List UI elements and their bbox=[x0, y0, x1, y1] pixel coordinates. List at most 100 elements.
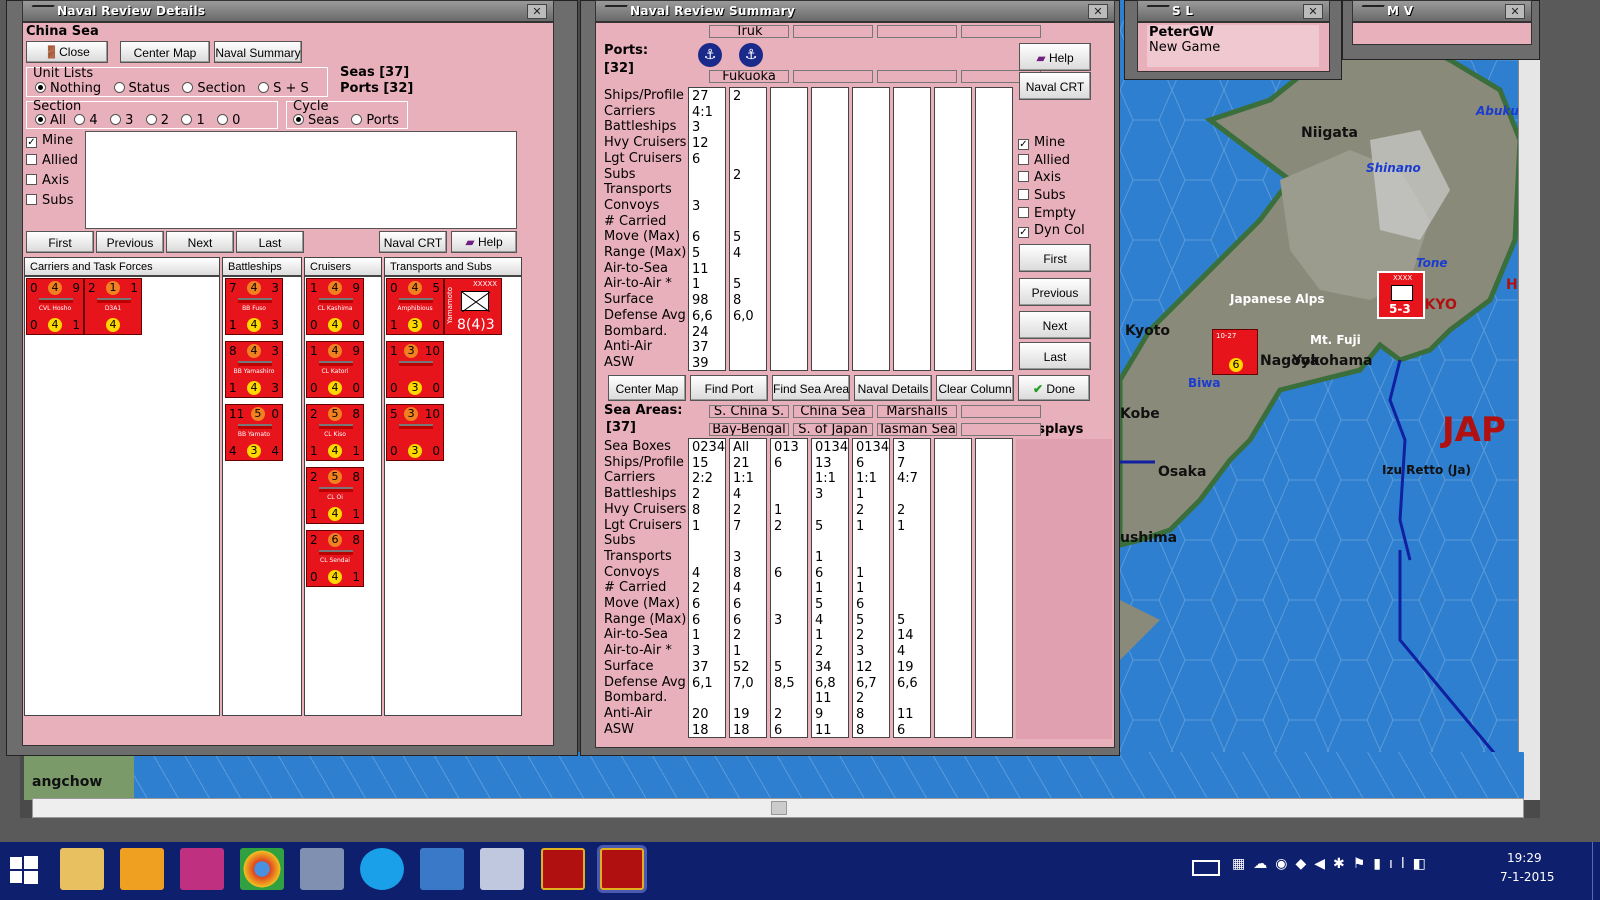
chrome-icon[interactable] bbox=[240, 848, 284, 890]
data-column[interactable]: 3 7 4:7 2 1 5 14 4 19 6,6 11 6 bbox=[893, 438, 931, 738]
section-0-radio[interactable]: 0 bbox=[217, 113, 240, 128]
battleship-counter[interactable]: 7 4 3 BB Fuso 1 4 3 bbox=[225, 278, 283, 335]
data-column[interactable] bbox=[811, 87, 849, 371]
details-titlebar[interactable]: Naval Review Details ✕ bbox=[23, 1, 553, 23]
done-button[interactable]: ✔ Done bbox=[1018, 375, 1090, 401]
data-column[interactable] bbox=[975, 438, 1013, 738]
clock-date[interactable]: 7-1-2015 bbox=[1500, 870, 1554, 884]
data-column[interactable]: 0234 15 2:2 2 8 1 4 2 6 6 1 3 37 6,1 20 18 bbox=[688, 438, 726, 738]
center-map-button[interactable]: Center Map bbox=[120, 41, 210, 63]
find-sea-area-button[interactable]: Find Sea Area bbox=[772, 375, 850, 401]
summary-filter-allied[interactable]: Allied bbox=[1018, 153, 1108, 171]
summary-filter-axis[interactable]: Axis bbox=[1018, 170, 1108, 188]
data-column[interactable] bbox=[770, 87, 808, 371]
data-column[interactable]: 013 6 1 2 6 3 5 8,5 2 6 bbox=[770, 438, 808, 738]
puzzle-app-icon[interactable] bbox=[180, 848, 224, 890]
side-first-button[interactable]: First bbox=[1019, 244, 1091, 272]
media-player-icon[interactable] bbox=[120, 848, 164, 890]
tray-icons[interactable]: ▦☁◉◆◀✱⚑▮ıl◧ bbox=[1232, 856, 1492, 878]
cruiser-counter[interactable]: 1 4 9 CL Katori 0 4 0 bbox=[306, 341, 364, 398]
naval-details-button[interactable]: Naval Details bbox=[854, 375, 932, 401]
port-name-cell[interactable] bbox=[877, 70, 957, 83]
close-button[interactable]: 🚪Close bbox=[26, 41, 108, 63]
transport-counter[interactable]: 0 4 5 Amphibious 1 3 0 bbox=[386, 278, 444, 335]
port-top-cell[interactable] bbox=[961, 25, 1041, 38]
battleship-counter[interactable]: 11 5 0 BB Yamato 4 3 4 bbox=[225, 404, 283, 461]
port-top-cell[interactable] bbox=[793, 25, 873, 38]
hq-counter-yamamoto[interactable]: XXXXX Yamamoto 8(4)3 bbox=[444, 278, 502, 335]
sea-top-cell[interactable]: China Sea bbox=[793, 405, 873, 418]
map-counter-air[interactable]: 10-27 6 bbox=[1212, 329, 1258, 375]
radio-s-plus-s[interactable]: S + S bbox=[258, 81, 309, 96]
thunderbird-icon[interactable] bbox=[420, 848, 464, 890]
clear-column-button[interactable]: Clear Column bbox=[936, 375, 1014, 401]
info2-close-icon[interactable]: ✕ bbox=[1505, 4, 1525, 19]
filter-axis[interactable]: Axis bbox=[26, 173, 84, 193]
side-last-button[interactable]: Last bbox=[1019, 342, 1091, 370]
keyboard-icon[interactable] bbox=[1192, 860, 1220, 876]
windows-start-icon[interactable] bbox=[10, 856, 38, 884]
port-name-cell[interactable]: Fukuoka bbox=[709, 70, 789, 83]
cycle-ports-radio[interactable]: Ports bbox=[351, 113, 399, 128]
sea-top-cell[interactable] bbox=[961, 405, 1041, 418]
data-column[interactable] bbox=[934, 438, 972, 738]
summary-filter-subs[interactable]: Subs bbox=[1018, 188, 1108, 206]
radio-section[interactable]: Section bbox=[182, 81, 246, 96]
sea-name-cell[interactable]: Tasman Sea bbox=[877, 423, 957, 436]
sea-top-cell[interactable]: S. China S. bbox=[709, 405, 789, 418]
section-3-radio[interactable]: 3 bbox=[110, 113, 133, 128]
summary-titlebar[interactable]: Naval Review Summary ✕ bbox=[596, 1, 1114, 23]
details-naval-crt-button[interactable]: Naval CRT bbox=[379, 231, 447, 253]
section-2-radio[interactable]: 2 bbox=[145, 113, 169, 128]
radio-status[interactable]: Status bbox=[113, 81, 170, 96]
data-column[interactable]: 27 4:1 3 12 6 3 6 5 11 1 98 6,6 24 37 39 bbox=[688, 87, 726, 371]
info1-close-icon[interactable]: ✕ bbox=[1303, 4, 1323, 19]
center-map-button[interactable]: Center Map bbox=[608, 375, 686, 401]
details-next-button[interactable]: Next bbox=[166, 231, 234, 253]
details-help-button[interactable]: ▰ Help bbox=[451, 231, 517, 253]
data-column[interactable] bbox=[852, 87, 890, 371]
side-naval-crt-button[interactable]: Naval CRT bbox=[1019, 72, 1091, 100]
summary-close-icon[interactable]: ✕ bbox=[1088, 4, 1108, 19]
details-previous-button[interactable]: Previous bbox=[96, 231, 164, 253]
wif-game-icon[interactable] bbox=[541, 848, 585, 890]
mail-app-icon[interactable] bbox=[300, 848, 344, 890]
clock-time[interactable]: 19:29 bbox=[1507, 851, 1542, 865]
skype-icon[interactable] bbox=[360, 848, 404, 890]
data-column[interactable] bbox=[934, 87, 972, 371]
summary-filter-dyn-col[interactable]: ✓ Dyn Col bbox=[1018, 223, 1108, 241]
radio-nothing[interactable]: Nothing bbox=[35, 81, 101, 96]
pen-app-icon[interactable] bbox=[480, 848, 524, 890]
data-column[interactable]: 2 2 5 4 5 8 6,0 bbox=[729, 87, 767, 371]
transport-counter[interactable]: 5 3 10 0 3 0 bbox=[386, 404, 444, 461]
sea-name-cell[interactable] bbox=[961, 423, 1041, 436]
info1-titlebar[interactable]: S L ✕ bbox=[1138, 1, 1329, 23]
show-desktop[interactable] bbox=[1592, 842, 1600, 900]
map-hscrollbar[interactable] bbox=[32, 798, 1524, 818]
data-column[interactable]: 0134 6 1:1 1 2 1 1 1 6 5 2 3 12 6,7 2 8 8 bbox=[852, 438, 890, 738]
wif-game-icon-active[interactable] bbox=[600, 848, 644, 890]
filter-allied[interactable]: Allied bbox=[26, 153, 84, 173]
filter-subs[interactable]: Subs bbox=[26, 193, 84, 213]
file-explorer-icon[interactable] bbox=[60, 848, 104, 890]
section-4-radio[interactable]: 4 bbox=[74, 113, 98, 128]
section-all-radio[interactable]: All bbox=[35, 113, 66, 128]
cruiser-counter[interactable]: 2 6 8 CL Sendai 0 4 1 bbox=[306, 530, 364, 587]
battleship-counter[interactable]: 8 4 3 BB Yamashiro 1 4 3 bbox=[225, 341, 283, 398]
find-port-button[interactable]: Find Port bbox=[690, 375, 768, 401]
summary-filter-mine[interactable]: ✓ Mine bbox=[1018, 135, 1108, 153]
cruiser-counter[interactable]: 1 4 9 CL Kashima 0 4 0 bbox=[306, 278, 364, 335]
cycle-seas-radio[interactable]: Seas bbox=[293, 113, 339, 128]
data-column[interactable]: 0134 13 1:1 3 5 1 6 1 5 4 1 2 34 6,8 11 9 11 bbox=[811, 438, 849, 738]
port-top-cell[interactable] bbox=[877, 25, 957, 38]
data-column[interactable] bbox=[975, 87, 1013, 371]
port-name-cell[interactable] bbox=[793, 70, 873, 83]
carrier-counter[interactable]: 0 4 9 CVL Hosho 0 4 1 bbox=[26, 278, 84, 335]
map-vscrollbar[interactable] bbox=[1518, 0, 1540, 800]
sea-top-cell[interactable]: Marshalls bbox=[877, 405, 957, 418]
summary-filter-empty[interactable]: Empty bbox=[1018, 206, 1108, 224]
naval-summary-button[interactable]: Naval Summary bbox=[214, 41, 302, 63]
data-column[interactable]: All 21 1:1 4 2 7 3 8 4 6 6 2 1 52 7,0 19 18 bbox=[729, 438, 767, 738]
sea-name-cell[interactable]: Bay-Bengal bbox=[709, 423, 789, 436]
port-top-cell[interactable]: Truk bbox=[709, 25, 789, 38]
